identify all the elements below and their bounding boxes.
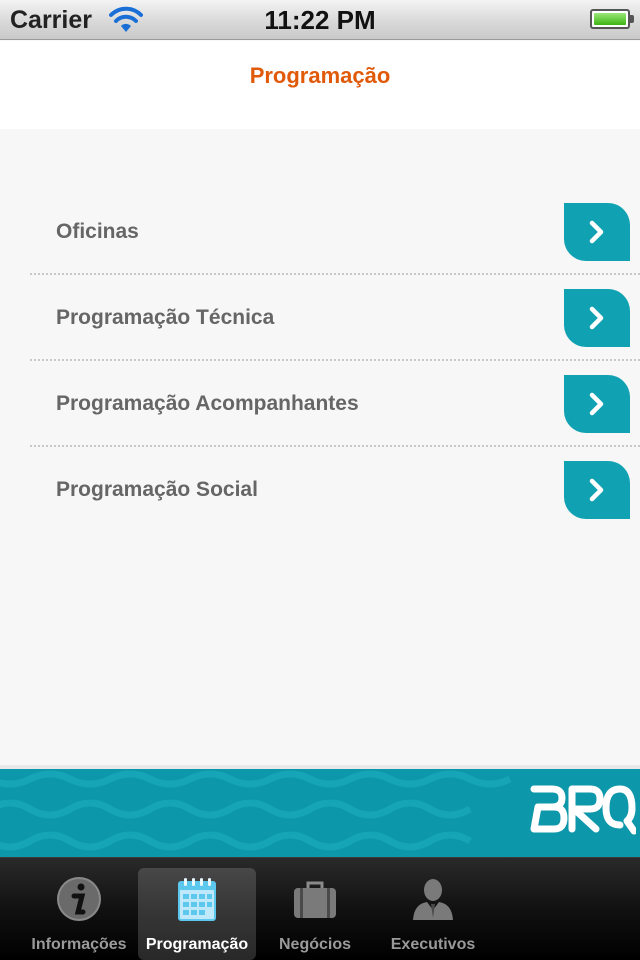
brq-logo [530,785,636,835]
menu-item-programacao-tecnica[interactable]: Programação Técnica [30,275,640,361]
tab-informacoes[interactable]: Informações [20,868,138,960]
menu-list: Oficinas Programação Técnica Programação… [0,129,640,765]
tab-programacao[interactable]: Programação [138,868,256,960]
menu-item-label: Oficinas [56,220,139,243]
tab-bar: Informações Programação Negócios Executi… [0,857,640,960]
tab-executivos[interactable]: Executivos [374,868,492,960]
info-icon [57,877,101,921]
page-title: Programação [249,63,391,88]
menu-item-label: Programação Social [56,478,258,501]
status-bar: Carrier 11:22 PM [0,0,640,40]
chevron-right-icon[interactable] [564,203,630,261]
menu-item-programacao-social[interactable]: Programação Social [30,447,640,533]
chevron-right-icon[interactable] [564,461,630,519]
tab-label: Executivos [390,936,476,953]
calendar-icon [178,878,216,921]
menu-item-label: Programação Acompanhantes [56,392,359,415]
briefcase-icon [294,881,336,918]
person-icon [413,879,453,920]
battery-tip [630,15,634,23]
tab-negocios[interactable]: Negócios [256,868,374,960]
nav-bar: Programação [0,41,640,129]
menu-item-programacao-acompanhantes[interactable]: Programação Acompanhantes [30,361,640,447]
brand-banner [0,765,640,857]
menu-item-oficinas[interactable]: Oficinas [30,189,640,275]
battery-icon [590,9,630,29]
chevron-right-icon[interactable] [564,289,630,347]
chevron-right-icon[interactable] [564,375,630,433]
battery-level [594,13,626,25]
menu-item-label: Programação Técnica [56,306,275,329]
status-clock: 11:22 PM [264,5,376,35]
